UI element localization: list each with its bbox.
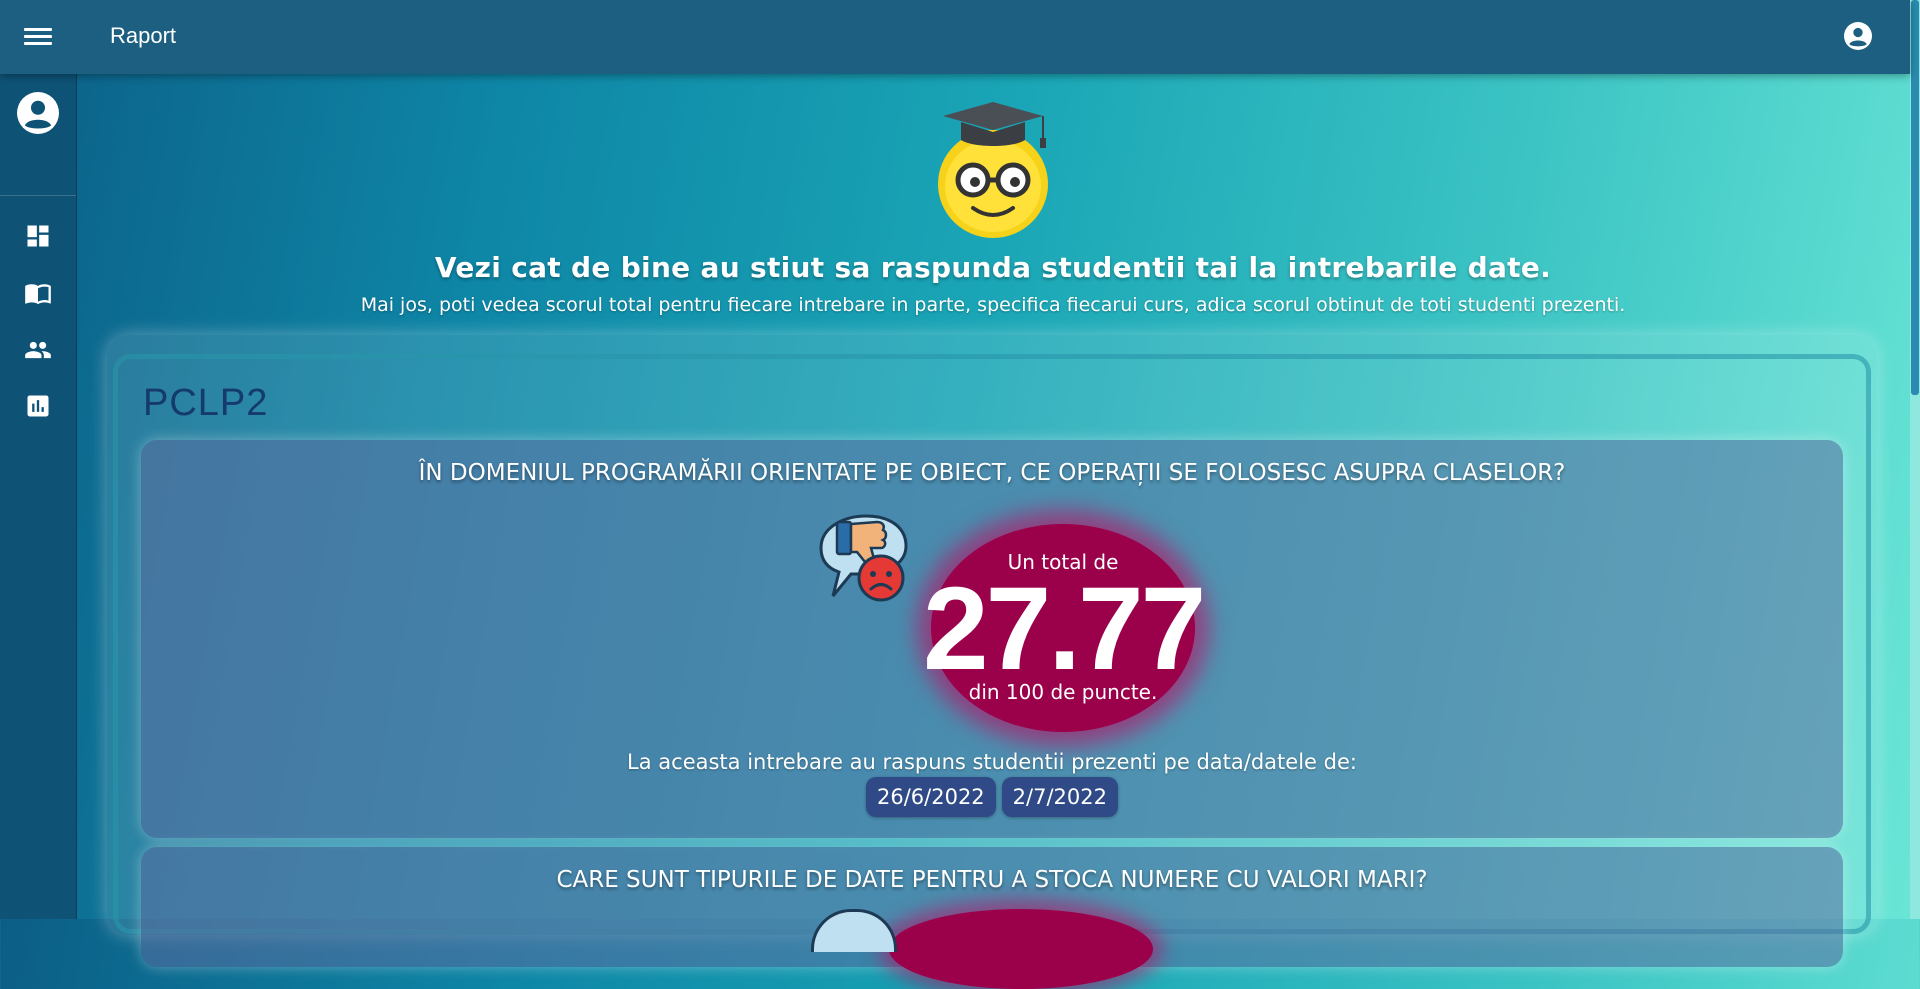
menu-icon[interactable] xyxy=(24,24,52,50)
hero-title: Vezi cat de bine au stiut sa raspunda st… xyxy=(434,251,1552,284)
scrollbar[interactable] xyxy=(1910,0,1920,919)
nerd-graduate-emoji-icon xyxy=(938,102,1048,238)
score-suffix: din 100 de puncte. xyxy=(968,680,1158,704)
top-app-bar: Raport xyxy=(0,0,1910,74)
question-card: ÎN DOMENIUL PROGRAMĂRII ORIENTATE PE OBI… xyxy=(141,440,1843,838)
thumbs-down-sad-icon xyxy=(811,909,897,952)
page-title: Raport xyxy=(110,23,177,48)
avatar-icon[interactable] xyxy=(17,92,59,134)
date-chip[interactable]: 26/6/2022 xyxy=(865,777,996,817)
dates-list: 26/6/2022 2/7/2022 xyxy=(141,777,1843,817)
question-text: CARE SUNT TIPURILE DE DATE PENTRU A STOC… xyxy=(556,867,1428,893)
course-title: PCLP2 xyxy=(143,382,269,424)
sidebar-divider xyxy=(0,195,76,196)
answered-dates-label: La aceasta intrebare au raspuns studenti… xyxy=(627,750,1357,774)
chart-icon[interactable] xyxy=(24,392,52,420)
date-chip[interactable]: 2/7/2022 xyxy=(1001,777,1118,817)
score-display: Un total de 27.77 din 100 de puncte. xyxy=(811,508,1206,738)
hero-section: Vezi cat de bine au stiut sa raspunda st… xyxy=(76,96,1910,316)
account-icon[interactable] xyxy=(1844,22,1872,50)
dashboard-icon[interactable] xyxy=(24,222,52,250)
question-text: ÎN DOMENIUL PROGRAMĂRII ORIENTATE PE OBI… xyxy=(418,460,1566,486)
score-bubble xyxy=(889,909,1153,989)
scrollbar-thumb[interactable] xyxy=(1911,0,1919,395)
thumbs-down-sad-icon xyxy=(819,514,908,602)
score-value: 27.77 xyxy=(923,563,1206,695)
hero-subtitle: Mai jos, poti vedea scorul total pentru … xyxy=(360,294,1626,316)
people-icon[interactable] xyxy=(24,336,52,364)
question-card: CARE SUNT TIPURILE DE DATE PENTRU A STOC… xyxy=(141,847,1843,989)
book-icon[interactable] xyxy=(24,279,52,307)
sidebar xyxy=(0,74,77,919)
